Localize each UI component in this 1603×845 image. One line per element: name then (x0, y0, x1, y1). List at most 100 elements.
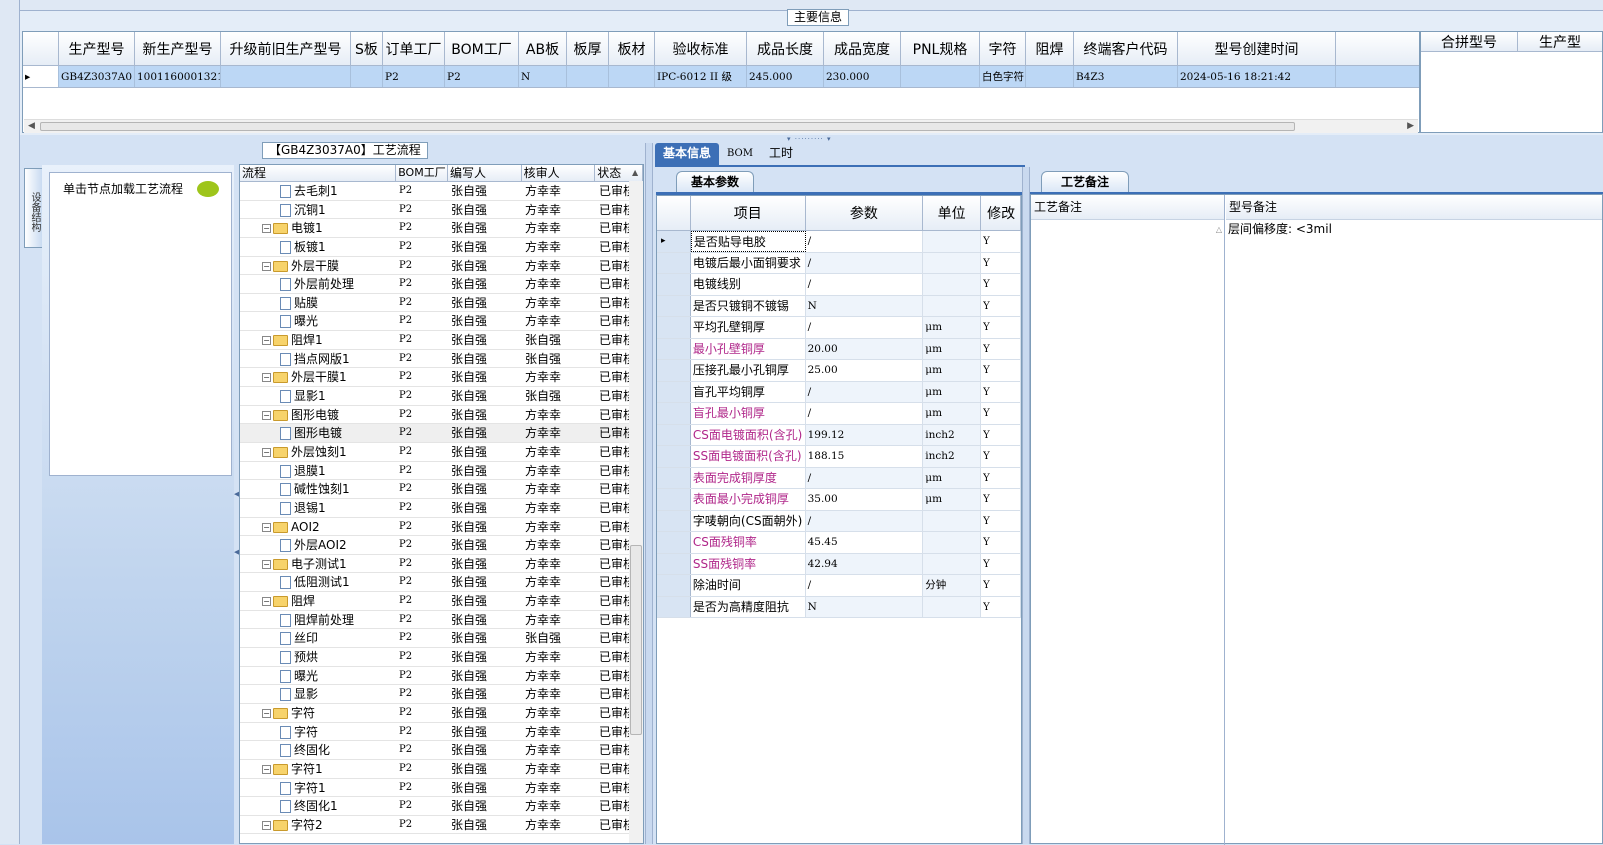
table-cell[interactable]: P2 (445, 66, 519, 87)
param-row[interactable]: 盲孔最小铜厚 / μm Y (657, 403, 1021, 425)
param-value-cell[interactable]: / (805, 381, 924, 402)
table-row[interactable]: ▸GB4Z3037A010011600013214P2P2NIPC-6012 I… (23, 66, 1419, 88)
param-modify-cell[interactable]: Y (981, 596, 1021, 617)
param-value-cell[interactable]: / (805, 231, 924, 252)
table-cell[interactable]: 白色字符 (980, 66, 1026, 87)
col-param[interactable]: 参数 (806, 196, 924, 230)
param-value-cell[interactable]: 20.00 (805, 338, 924, 359)
column-header[interactable]: BOM工厂 (445, 32, 519, 65)
param-unit-cell[interactable]: μm (923, 317, 982, 338)
param-modify-cell[interactable]: Y (981, 360, 1021, 381)
param-value-cell[interactable]: 188.15 (805, 446, 924, 467)
tree-row[interactable]: 终固化 P2 张自强 方幸幸 已审核 (240, 741, 643, 760)
vertical-splitter[interactable] (645, 143, 653, 844)
collapse-toggle-icon[interactable]: − (262, 597, 271, 607)
param-row[interactable]: 除油时间 / 分钟 Y (657, 575, 1021, 597)
tree-row[interactable]: 显影 P2 张自强 方幸幸 已审核 (240, 685, 643, 704)
table-cell[interactable]: 10011600013214 (135, 66, 221, 87)
tree-row[interactable]: 退锡1 P2 张自强 方幸幸 已审核 (240, 499, 643, 518)
tree-row[interactable]: − AOI2 P2 张自强 方幸幸 已审核 (240, 518, 643, 537)
tree-row[interactable]: − 电子测试1 P2 张自强 方幸幸 已审核 (240, 555, 643, 574)
tree-row[interactable]: 字符1 P2 张自强 方幸幸 已审核 (240, 779, 643, 798)
param-unit-cell[interactable] (923, 274, 982, 295)
tree-row[interactable]: 显影1 P2 张自强 张自强 已审核 (240, 387, 643, 406)
vertical-splitter[interactable] (1022, 167, 1030, 844)
param-row[interactable]: 电镀线别 / Y (657, 274, 1021, 296)
col-item[interactable]: 项目 (691, 196, 806, 230)
param-row[interactable]: SS面残铜率 42.94 Y (657, 553, 1021, 575)
param-modify-cell[interactable]: Y (981, 295, 1021, 316)
model-notes-col[interactable]: 型号备注 层间偏移度: <3mil (1226, 195, 1602, 845)
tree-row[interactable]: − 外层蚀刻1 P2 张自强 方幸幸 已审核 (240, 443, 643, 462)
param-value-cell[interactable]: 35.00 (805, 489, 924, 510)
scroll-right-icon[interactable]: ▶ (1407, 121, 1414, 131)
param-value-cell[interactable]: / (805, 274, 924, 295)
param-modify-cell[interactable]: Y (981, 252, 1021, 273)
param-modify-cell[interactable]: Y (981, 510, 1021, 531)
table-cell[interactable] (609, 66, 655, 87)
row-header[interactable] (657, 295, 691, 316)
param-unit-cell[interactable]: μm (923, 489, 982, 510)
tree-row[interactable]: − 阻焊1 P2 张自强 张自强 已审核 (240, 331, 643, 350)
tree-row[interactable]: 退膜1 P2 张自强 方幸幸 已审核 (240, 462, 643, 481)
tree-row[interactable]: − 外层干膜1 P2 张自强 方幸幸 已审核 (240, 368, 643, 388)
row-header[interactable] (657, 596, 691, 617)
params-grid[interactable]: 项目 参数 单位 修改 ▸ 是否贴导电胶 / Y 电镀后最小面铜要求 / Y 电镀线别 / Y 是否… (656, 195, 1022, 844)
process-notes-col[interactable]: 工艺备注 △ (1031, 195, 1225, 845)
row-header[interactable] (657, 575, 691, 596)
param-row[interactable]: 表面完成铜厚度 / μm Y (657, 467, 1021, 489)
tree-row[interactable]: 曝光 P2 张自强 方幸幸 已审核 (240, 312, 643, 332)
table-cell[interactable] (351, 66, 383, 87)
param-modify-cell[interactable]: Y (981, 532, 1021, 553)
collapse-toggle-icon[interactable]: − (262, 373, 271, 383)
param-row[interactable]: 是否只镀铜不镀锡 N Y (657, 295, 1021, 317)
param-modify-cell[interactable]: Y (981, 381, 1021, 402)
param-value-cell[interactable]: N (805, 596, 924, 617)
row-header[interactable] (657, 446, 691, 467)
tree-row[interactable]: − 字符2 P2 张自强 方幸幸 已审核 (240, 816, 643, 835)
row-header[interactable] (657, 274, 691, 295)
param-value-cell[interactable]: / (805, 252, 924, 273)
param-row[interactable]: 压接孔最小孔铜厚 25.00 μm Y (657, 360, 1021, 382)
param-modify-cell[interactable]: Y (981, 553, 1021, 574)
table-cell[interactable] (1026, 66, 1074, 87)
param-unit-cell[interactable]: μm (923, 360, 982, 381)
column-header[interactable]: S板 (351, 32, 383, 65)
table-cell[interactable]: IPC-6012 II 级 (655, 66, 747, 87)
collapse-toggle-icon[interactable]: − (262, 559, 271, 569)
subtab-basic-params[interactable]: 基本参数 (676, 171, 754, 193)
side-tab-structure[interactable]: 设备结构 (24, 168, 42, 248)
tree-row[interactable]: 外层AOI2 P2 张自强 方幸幸 已审核 (240, 536, 643, 555)
tree-row[interactable]: − 字符 P2 张自强 方幸幸 已审核 (240, 704, 643, 723)
node-box[interactable]: 单击节点加载工艺流程 (49, 172, 232, 476)
param-modify-cell[interactable]: Y (981, 424, 1021, 445)
column-header[interactable]: 终端客户代码 (1074, 32, 1178, 65)
param-unit-cell[interactable]: μm (923, 467, 982, 488)
collapse-toggle-icon[interactable]: − (262, 764, 271, 774)
param-unit-cell[interactable]: 分钟 (923, 575, 982, 596)
column-header[interactable]: 板厚 (567, 32, 609, 65)
tree-row[interactable]: 挡点网版1 P2 张自强 张自强 已审核 (240, 350, 643, 369)
col-merge-model[interactable]: 合拼型号 (1421, 32, 1518, 51)
column-header[interactable]: 成品宽度 (824, 32, 901, 65)
tree-row[interactable]: − 图形电镀 P2 张自强 方幸幸 已审核 (240, 406, 643, 425)
horizontal-splitter[interactable]: ▾ ········· ▾ (20, 135, 1603, 143)
splitter-grip-icon[interactable]: ▾ ········· ▾ (787, 135, 832, 143)
param-modify-cell[interactable]: Y (981, 489, 1021, 510)
horizontal-scrollbar[interactable]: ◀ ▶ (24, 119, 1418, 133)
collapse-toggle-icon[interactable]: − (262, 522, 271, 532)
table-cell[interactable]: B4Z3 (1074, 66, 1178, 87)
param-row[interactable]: 最小孔壁铜厚 20.00 μm Y (657, 338, 1021, 360)
row-header[interactable] (657, 489, 691, 510)
col-unit[interactable]: 单位 (923, 196, 982, 230)
param-row[interactable]: 盲孔平均铜厚 / μm Y (657, 381, 1021, 403)
collapse-toggle-icon[interactable]: − (262, 447, 271, 457)
param-unit-cell[interactable] (923, 252, 982, 273)
column-header[interactable]: 升级前旧生产型号 (221, 32, 351, 65)
column-header[interactable]: 型号创建时间 (1178, 32, 1336, 65)
param-unit-cell[interactable]: μm (923, 403, 982, 424)
tab-bom[interactable]: BOM (719, 143, 761, 165)
scroll-thumb[interactable] (40, 122, 1295, 131)
tab-process-notes[interactable]: 工艺备注 (1041, 171, 1129, 193)
param-modify-cell[interactable]: Y (981, 403, 1021, 424)
